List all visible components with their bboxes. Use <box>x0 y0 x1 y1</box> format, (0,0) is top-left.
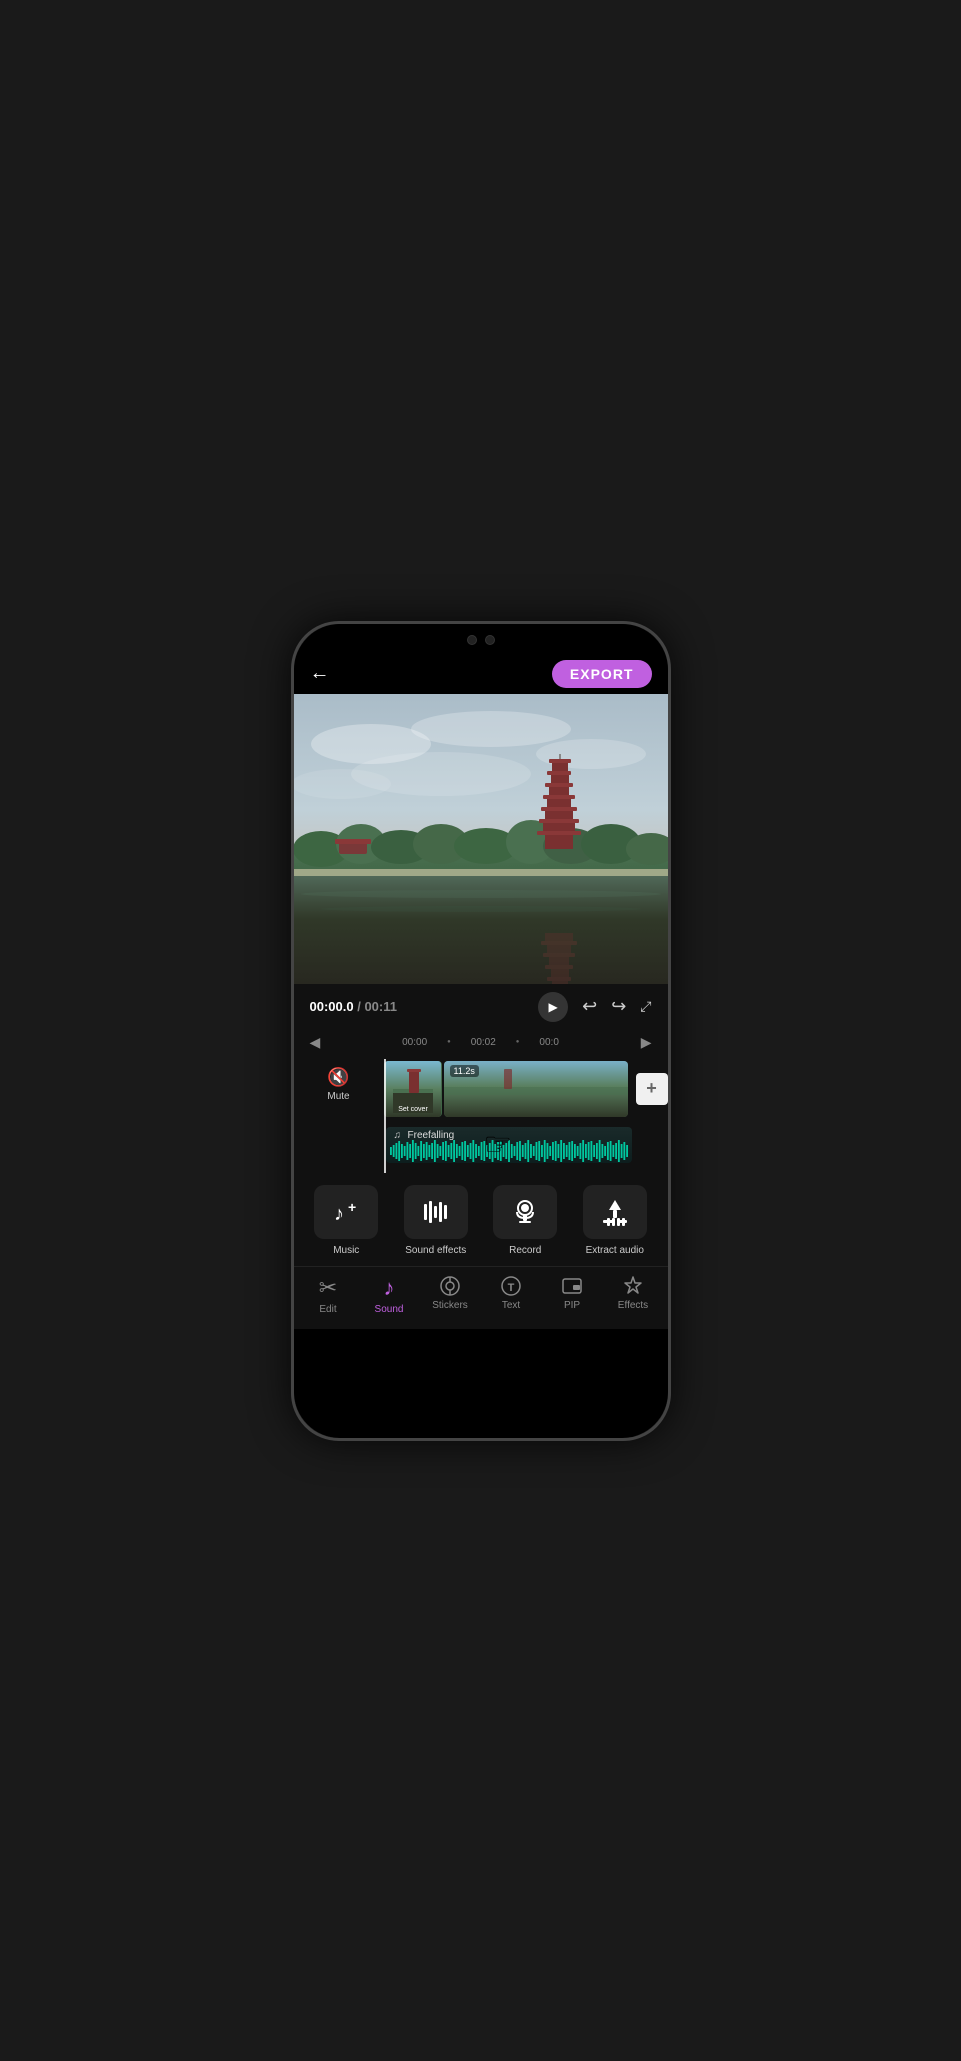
total-time: 00:11 <box>364 999 397 1014</box>
svg-text:+: + <box>348 1199 356 1215</box>
scrub-time-1: 00:00 <box>402 1037 427 1048</box>
mute-icon: 🔇 <box>327 1067 349 1088</box>
play-icon: ▶ <box>548 1000 557 1014</box>
music-icon: ♪ + <box>330 1196 362 1228</box>
camera-dot-right <box>485 635 495 645</box>
playback-controls: ▶ ↩ ↪ ⤢ <box>538 992 651 1022</box>
camera-dot-left <box>467 635 477 645</box>
top-bar: ← EXPORT <box>294 656 668 694</box>
phone-inner: ← EXPORT <box>294 624 668 1438</box>
nav-item-stickers[interactable]: Stickers <box>420 1275 481 1311</box>
bottom-nav: ✂ Edit ♪ Sound Stickers <box>294 1266 668 1329</box>
stickers-nav-label: Stickers <box>432 1300 468 1311</box>
tracks-container: Set cover 11.2s <box>384 1059 668 1173</box>
scrubber-bar[interactable]: ◀ 00:00 ● 00:02 ● 00:0 ▶ <box>294 1030 668 1055</box>
time-display: 00:00.0 / 00:11 <box>310 999 398 1014</box>
music-tool-button[interactable]: ♪ + Music <box>302 1185 392 1256</box>
svg-text:Set cover: Set cover <box>398 1106 428 1113</box>
scene-svg <box>294 694 668 984</box>
svg-text:♪: ♪ <box>334 1203 344 1225</box>
video-strip[interactable]: 11.2s <box>444 1061 628 1117</box>
music-label: Music <box>333 1245 359 1256</box>
record-label: Record <box>509 1245 541 1256</box>
set-cover-svg: Set cover <box>385 1061 441 1117</box>
scrub-time-2: 00:02 <box>471 1037 496 1048</box>
export-button[interactable]: EXPORT <box>552 660 652 688</box>
sound-icon: ♪ <box>384 1275 395 1301</box>
mute-label: Mute <box>327 1091 349 1102</box>
video-duration-label: 11.2s <box>450 1065 479 1077</box>
effects-icon <box>622 1275 644 1297</box>
text-icon: T <box>500 1275 522 1297</box>
record-icon-box <box>493 1185 557 1239</box>
phone-frame: ← EXPORT <box>291 621 671 1441</box>
effects-nav-label: Effects <box>618 1300 648 1311</box>
nav-item-edit[interactable]: ✂ Edit <box>298 1275 359 1315</box>
video-track: Set cover 11.2s <box>384 1059 668 1119</box>
audio-waveform[interactable]: ♫ Freefalling <box>386 1127 632 1163</box>
edit-area: 🔇 Mute <box>294 1055 668 1175</box>
extract-audio-icon <box>599 1196 631 1228</box>
add-clip-button[interactable]: + <box>636 1073 668 1105</box>
scrub-times: 00:00 ● 00:02 ● 00:0 <box>402 1037 559 1048</box>
undo-button[interactable]: ↩ <box>582 996 597 1017</box>
sound-effects-label: Sound effects <box>405 1245 466 1256</box>
camera-area <box>467 635 495 645</box>
sound-effects-icon <box>420 1196 452 1228</box>
pip-nav-label: PIP <box>564 1300 580 1311</box>
svg-text:T: T <box>508 1282 515 1294</box>
set-cover-thumbnail[interactable]: Set cover <box>384 1061 442 1117</box>
sound-effects-tool-button[interactable]: Sound effects <box>391 1185 481 1256</box>
play-button[interactable]: ▶ <box>538 992 568 1022</box>
text-nav-label: Text <box>502 1300 520 1311</box>
sound-nav-label: Sound <box>375 1304 404 1315</box>
nav-item-pip[interactable]: PIP <box>542 1275 603 1311</box>
scrub-dot-1: ● <box>447 1039 451 1045</box>
pagoda-scene <box>294 694 668 984</box>
redo-button[interactable]: ↪ <box>611 996 626 1017</box>
sound-effects-icon-box <box>404 1185 468 1239</box>
nav-item-sound[interactable]: ♪ Sound <box>359 1275 420 1315</box>
fullscreen-button[interactable]: ⤢ <box>640 998 651 1015</box>
extract-audio-icon-box <box>583 1185 647 1239</box>
skip-end-button[interactable]: ▶ <box>641 1034 652 1051</box>
edit-nav-label: Edit <box>319 1304 336 1315</box>
extract-audio-label: Extract audio <box>586 1245 644 1256</box>
audio-track[interactable]: ♫ Freefalling <box>386 1123 668 1168</box>
timeline-controls: 00:00.0 / 00:11 ▶ ↩ ↪ ⤢ <box>294 984 668 1030</box>
scrubber-inner: ◀ 00:00 ● 00:02 ● 00:0 ▶ <box>294 1034 668 1051</box>
status-bar <box>294 624 668 656</box>
audio-tools: ♪ + Music Sound effects <box>294 1175 668 1266</box>
nav-item-effects[interactable]: Effects <box>603 1275 664 1311</box>
scrub-time-3: 00:0 <box>539 1037 558 1048</box>
back-button[interactable]: ← <box>310 662 330 685</box>
nav-item-text[interactable]: T Text <box>481 1275 542 1311</box>
scrub-dot-2: ● <box>516 1039 520 1045</box>
record-tool-button[interactable]: Record <box>481 1185 571 1256</box>
video-preview <box>294 694 668 984</box>
mute-button[interactable]: 🔇 Mute <box>327 1067 349 1102</box>
track-labels: 🔇 Mute <box>294 1059 384 1173</box>
extract-audio-tool-button[interactable]: Extract audio <box>570 1185 660 1256</box>
edit-icon: ✂ <box>319 1275 337 1301</box>
music-tool-icon-box: ♪ + <box>314 1185 378 1239</box>
audio-track-name: Freefalling <box>408 1130 455 1141</box>
skip-back-button[interactable]: ◀ <box>310 1034 321 1051</box>
audio-note-icon: ♫ <box>394 1130 402 1141</box>
stickers-icon <box>439 1275 461 1297</box>
current-time: 00:00.0 <box>310 999 354 1014</box>
pip-icon <box>561 1275 583 1297</box>
add-clip-icon: + <box>646 1078 657 1099</box>
record-icon <box>509 1196 541 1228</box>
